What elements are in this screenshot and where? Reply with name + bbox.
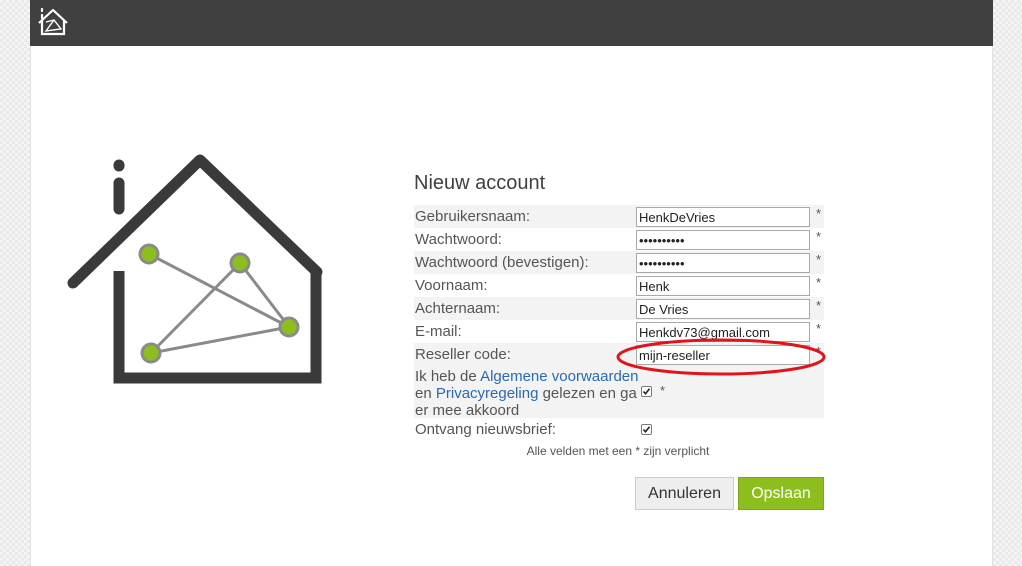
reseller-code-input[interactable] — [636, 345, 810, 365]
password-input[interactable] — [636, 230, 810, 250]
newsletter-row: Ontvang nieuwsbrief: — [414, 418, 824, 441]
required-marker: * — [816, 275, 822, 290]
username-input[interactable] — [636, 207, 810, 227]
username-row: Gebruikersnaam: * — [414, 205, 824, 228]
required-marker: * — [816, 206, 822, 221]
password-label: Wachtwoord: — [415, 231, 502, 248]
required-marker: * — [816, 252, 822, 267]
terms-middle: en — [415, 385, 436, 402]
home-network-logo-icon[interactable] — [36, 4, 70, 38]
save-button[interactable]: Opslaan — [738, 477, 824, 510]
privacy-link[interactable]: Privacyregeling — [436, 385, 539, 402]
firstname-label: Voornaam: — [415, 277, 488, 294]
required-marker: * — [816, 344, 822, 359]
reseller-label: Reseller code: — [415, 346, 511, 363]
firstname-input[interactable] — [636, 276, 810, 296]
password-confirm-row: Wachtwoord (bevestigen): * — [414, 251, 824, 274]
top-bar — [30, 0, 993, 46]
required-marker: * — [816, 229, 822, 244]
lastname-label: Achternaam: — [415, 300, 501, 317]
lastname-input[interactable] — [636, 299, 810, 319]
password-row: Wachtwoord: * — [414, 228, 824, 251]
required-marker: * — [816, 321, 822, 336]
username-label: Gebruikersnaam: — [415, 208, 531, 225]
required-marker: * — [816, 298, 822, 313]
newsletter-label: Ontvang nieuwsbrief: — [415, 421, 556, 438]
terms-prefix: Ik heb de — [415, 368, 481, 385]
email-field[interactable] — [636, 322, 810, 342]
terms-row: Ik heb de Algemene voorwaarden en Privac… — [414, 366, 824, 419]
email-label: E-mail: — [415, 323, 462, 340]
home-network-illustration — [67, 154, 323, 384]
firstname-row: Voornaam: * — [414, 274, 824, 297]
email-row: E-mail: * — [414, 320, 824, 343]
lastname-row: Achternaam: * — [414, 297, 824, 320]
required-fields-note: Alle velden met een * zijn verplicht — [526, 444, 710, 458]
password-confirm-label: Wachtwoord (bevestigen): — [415, 254, 589, 271]
account-form: Gebruikersnaam: * Wachtwoord: * Wachtwoo… — [414, 205, 824, 441]
terms-label: Ik heb de Algemene voorwaarden en Privac… — [415, 368, 640, 419]
page-title: Nieuw account — [414, 172, 546, 194]
cancel-button[interactable]: Annuleren — [635, 477, 734, 510]
terms-checkbox[interactable] — [641, 386, 652, 397]
newsletter-checkbox[interactable] — [641, 424, 652, 435]
password-confirm-input[interactable] — [636, 253, 810, 273]
terms-link[interactable]: Algemene voorwaarden — [480, 368, 638, 385]
required-marker: * — [660, 383, 666, 398]
reseller-row: Reseller code: * — [414, 343, 824, 366]
